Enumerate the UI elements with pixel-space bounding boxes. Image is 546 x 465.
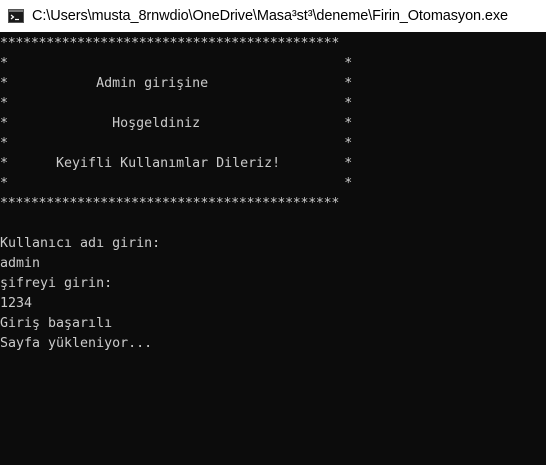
banner-line: * * (0, 56, 353, 71)
banner-admin-login-text: * Admin girişine * (0, 76, 353, 91)
loading-message: Sayfa yükleniyor... (0, 336, 153, 351)
banner-line: * * (0, 176, 353, 191)
username-prompt: Kullanıcı adı girin: (0, 236, 161, 251)
banner-line: * * (0, 96, 353, 111)
console-window: C:\Users\musta_8rnwdio\OneDrive\Masa³st³… (0, 0, 546, 465)
banner-welcome-text: * Hoşgeldiniz * (0, 116, 353, 131)
username-input-echo: admin (0, 256, 41, 271)
password-prompt: şifreyi girin: (0, 276, 113, 291)
console-output[interactable]: ****************************************… (0, 34, 546, 465)
login-success-message: Giriş başarılı (0, 316, 113, 331)
password-input-echo: 1234 (0, 296, 33, 311)
title-bar[interactable]: C:\Users\musta_8rnwdio\OneDrive\Masa³st³… (0, 0, 546, 32)
banner-line: * * (0, 136, 353, 151)
banner-wishes-text: * Keyifli Kullanımlar Dileriz! * (0, 156, 353, 171)
banner-bottom-border: ****************************************… (0, 196, 340, 211)
window-title: C:\Users\musta_8rnwdio\OneDrive\Masa³st³… (32, 8, 509, 24)
banner-top-border: ****************************************… (0, 36, 340, 51)
console-app-icon (8, 8, 24, 24)
